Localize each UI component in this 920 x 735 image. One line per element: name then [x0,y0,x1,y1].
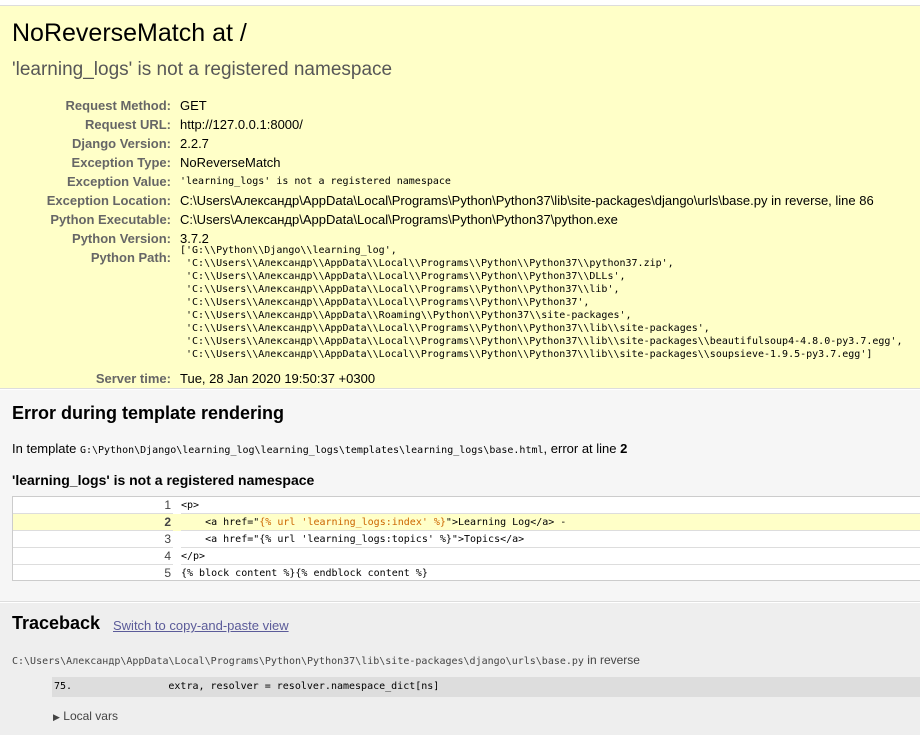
source-line-code: </p> [181,548,920,565]
traceback-frame-header: C:\Users\Александр\AppData\Local\Program… [12,653,640,667]
source-line-number: 5 [164,566,171,580]
error-line-number: 2 [620,441,628,456]
meta-value-exception-value: 'learning_logs' is not a registered name… [180,176,451,187]
source-line-number: 1 [13,497,173,514]
meta-value-server-time: Tue, 28 Jan 2020 19:50:37 +0300 [180,371,376,386]
meta-label-exception-type: Exception Type: [71,155,171,170]
summary-panel: NoReverseMatch at / 'learning_logs' is n… [0,5,920,389]
meta-label-python-version: Python Version: [72,231,171,246]
meta-value-request-method: GET [180,98,207,113]
local-vars-label: Local vars [63,709,118,723]
source-line-code: <a href="{% url 'learning_logs:index' %}… [181,514,920,531]
source-line: 3 <a href="{% url 'learning_logs:topics'… [13,531,920,548]
meta-value-django-version: 2.2.7 [180,136,209,151]
meta-value-python-path: ['G:\\Python\\Django\\learning_log', 'C:… [180,245,903,360]
traceback-panel: Traceback Switch to copy-and-paste view … [0,603,920,735]
template-error-heading: Error during template rendering [12,403,285,423]
traceback-heading: Traceback [12,613,101,633]
meta-value-exception-type: NoReverseMatch [180,155,281,170]
meta-label-exception-location: Exception Location: [46,193,171,208]
source-line-error: 2 <a href="{% url 'learning_logs:index' … [13,514,920,531]
local-vars-toggle[interactable]: ▶ Local vars [53,709,118,723]
meta-label-exception-value: Exception Value: [66,174,171,189]
source-line-number: 2 [13,514,173,531]
code-highlight: {% url 'learning_logs:index' %} [259,517,446,528]
template-error-message: 'learning_logs' is not a registered name… [12,472,315,488]
source-line: 5 {% block content %}{% endblock content… [13,565,920,582]
template-error-panel: Error during template rendering In templ… [0,390,920,602]
meta-value-request-url: http://127.0.0.1:8000/ [180,117,303,132]
intro-prefix: In template [12,441,80,456]
source-line: 4 </p> [13,548,920,565]
source-line-code: <a href="{% url 'learning_logs:topics' %… [181,531,920,548]
source-line-number: 4 [13,548,173,565]
template-error-intro: In template G:\Python\Django\learning_lo… [12,441,627,456]
traceback-frame-file: C:\Users\Александр\AppData\Local\Program… [12,656,584,667]
exception-subtitle: 'learning_logs' is not a registered name… [12,59,393,80]
traceback-frame-function: in reverse [583,653,640,667]
meta-label-django-version: Django Version: [72,136,171,151]
page-title: NoReverseMatch at / [12,19,247,47]
intro-middle: , error at line [543,441,621,456]
meta-label-python-path: Python Path: [90,250,171,265]
meta-label-request-method: Request Method: [65,98,171,113]
source-line-code: <p> [181,497,920,514]
meta-label-request-url: Request URL: [85,117,171,132]
source-line-code: {% block content %}{% endblock content %… [181,568,428,579]
triangle-right-icon: ▶ [53,712,60,722]
template-source-table: 1 <p> 2 <a href="{% url 'learning_logs:i… [12,496,920,581]
traceback-context-line[interactable]: 75. extra, resolver = resolver.namespace… [52,677,920,697]
switch-to-copy-paste-link[interactable]: Switch to copy-and-paste view [113,618,289,633]
meta-value-exception-location: C:\Users\Александр\AppData\Local\Program… [180,193,874,208]
code-before: <a href=" [181,517,260,528]
meta-label-server-time: Server time: [95,371,171,386]
source-line-number: 3 [13,531,173,548]
template-path: G:\Python\Django\learning_log\learning_l… [79,445,544,456]
meta-value-python-executable: C:\Users\Александр\AppData\Local\Program… [180,212,618,227]
meta-label-python-executable: Python Executable: [50,212,171,227]
source-line: 1 <p> [13,497,920,514]
code-after: ">Learning Log</a> - [445,517,567,528]
